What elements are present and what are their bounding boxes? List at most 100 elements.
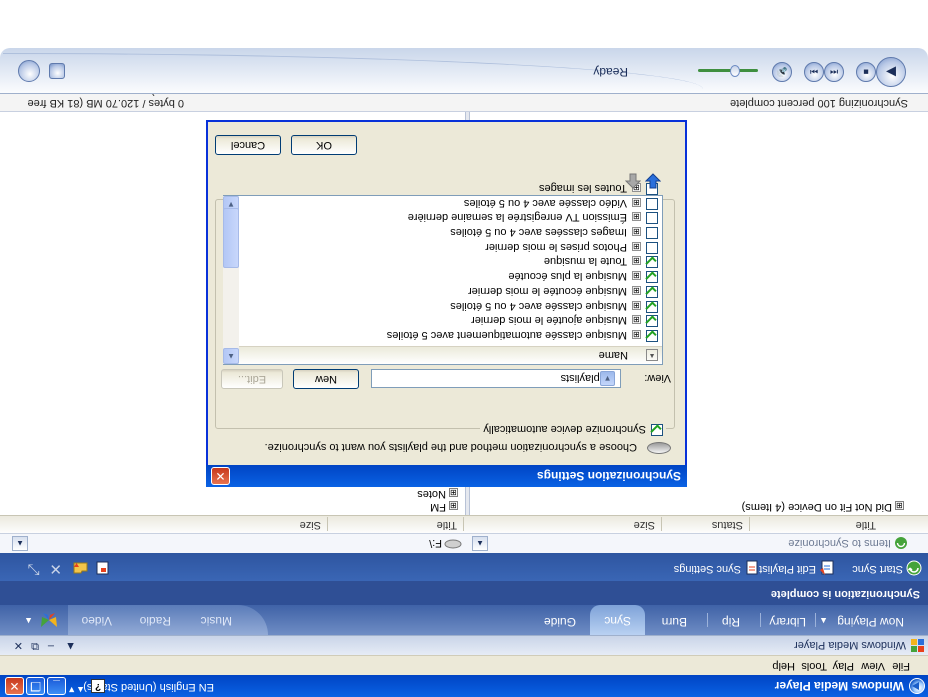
- tab-guide[interactable]: Guide: [544, 615, 576, 629]
- view-select[interactable]: All playlists ▼: [371, 369, 621, 388]
- delete-icon[interactable]: ✕: [49, 560, 62, 578]
- expand-icon[interactable]: ⊞: [632, 285, 641, 295]
- playlist-item[interactable]: ⊞ Musique classée avec 4 ou 5 étoiles: [450, 298, 658, 313]
- logo-arrow-icon[interactable]: ▲: [24, 616, 33, 626]
- folder-icon[interactable]: [72, 560, 88, 576]
- tab-burn[interactable]: Burn: [662, 615, 687, 629]
- view-select-arrow-icon[interactable]: ▼: [600, 371, 615, 386]
- scroll-up-icon[interactable]: ▲: [223, 348, 239, 364]
- quick-access-icon[interactable]: [18, 60, 40, 82]
- playlist-item[interactable]: ⊞ Musique classée automatiquement avec 5 …: [387, 327, 658, 342]
- stop-button[interactable]: ■: [856, 62, 876, 82]
- language-updown-icon[interactable]: ▲▼: [67, 678, 85, 695]
- right-column-title[interactable]: Title: [436, 517, 464, 531]
- playlist-item[interactable]: ⊞ Musique ajoutée le mois dernier: [471, 312, 658, 328]
- expand-icon[interactable]: ⊞: [632, 300, 641, 310]
- tab-music[interactable]: Music: [201, 605, 232, 635]
- previous-button[interactable]: ⏮: [824, 62, 844, 82]
- expand-icon[interactable]: ⊞: [632, 315, 641, 325]
- left-column-status[interactable]: Status: [711, 517, 750, 531]
- device-dropdown-arrow-icon[interactable]: ▲: [12, 536, 28, 551]
- items-to-sync-dropdown[interactable]: Items to Synchronize: [788, 537, 891, 549]
- scroll-thumb[interactable]: [223, 208, 239, 268]
- expand-icon[interactable]: ⊞: [449, 488, 458, 497]
- edit-playlist-icon[interactable]: [819, 560, 835, 576]
- playlist-checkbox[interactable]: [646, 285, 658, 298]
- tab-video[interactable]: Video: [82, 605, 112, 635]
- move-up-icon[interactable]: [625, 173, 641, 189]
- right-group-fm[interactable]: ⊞FM: [430, 501, 458, 513]
- playlist-item[interactable]: ⊞ Photos prises le mois dernier: [485, 239, 658, 254]
- playlist-checkbox[interactable]: [646, 197, 658, 210]
- minimize-button[interactable]: _: [47, 677, 66, 695]
- volume-slider-knob[interactable]: [730, 65, 740, 77]
- properties-icon[interactable]: [94, 560, 110, 576]
- tab-library[interactable]: Library: [769, 615, 806, 629]
- right-group-notes[interactable]: ⊞Notes: [417, 488, 458, 500]
- player-restore-icon[interactable]: ⧉: [31, 639, 39, 652]
- expand-icon[interactable]: ⊞: [632, 241, 641, 251]
- playlist-item[interactable]: ⊞ Toute la musique: [544, 254, 658, 269]
- auto-sync-checkbox[interactable]: [651, 424, 663, 436]
- mute-button[interactable]: 🔊: [772, 62, 792, 82]
- left-group-did-not-fit[interactable]: ⊞Did Not Fit on Device (4 Items): [742, 501, 904, 513]
- msn-butterfly-icon[interactable]: [38, 611, 60, 629]
- menu-help[interactable]: Help: [772, 660, 795, 672]
- player-menu-toggle-icon[interactable]: ▲: [65, 640, 76, 652]
- playlist-checkbox[interactable]: [646, 315, 658, 328]
- right-column-size[interactable]: Size: [299, 517, 328, 531]
- playlist-item[interactable]: ⊞ Musique la plus écoutée: [508, 268, 658, 284]
- playlist-checkbox[interactable]: [646, 227, 658, 240]
- resize-icon[interactable]: ⤡: [28, 561, 40, 578]
- expand-icon[interactable]: ⊞: [632, 227, 641, 237]
- playlist-item[interactable]: ⊞ Musique écoutée le mois dernier: [468, 283, 658, 298]
- menu-play[interactable]: Play: [833, 660, 854, 672]
- playlist-list-header[interactable]: ▲ Name: [239, 346, 662, 364]
- playlist-checkbox[interactable]: [646, 300, 658, 313]
- player-minimize-icon[interactable]: –: [48, 640, 54, 652]
- sync-settings-icon[interactable]: [744, 560, 760, 576]
- play-button[interactable]: ▶: [876, 57, 906, 87]
- playlist-item[interactable]: ⊞ Images classées avec 4 ou 5 étoiles: [450, 224, 658, 240]
- tab-sync[interactable]: Sync: [590, 605, 645, 635]
- expand-icon[interactable]: ⊞: [632, 197, 641, 207]
- sort-indicator-icon[interactable]: ▲: [646, 349, 658, 361]
- playlist-checkbox[interactable]: [646, 271, 658, 284]
- device-dropdown[interactable]: F:\: [429, 537, 442, 549]
- left-column-size[interactable]: Size: [633, 517, 662, 531]
- expand-icon[interactable]: ⊞: [632, 212, 641, 222]
- start-sync-icon[interactable]: [906, 560, 922, 576]
- expand-icon[interactable]: ⊞: [632, 330, 641, 339]
- auto-sync-option[interactable]: Synchronize device automatically: [480, 423, 666, 436]
- help-icon[interactable]: ?: [91, 679, 105, 693]
- edit-playlist-dialog-button[interactable]: Edit...: [221, 369, 283, 389]
- edit-playlist-button[interactable]: Edit Playlist: [759, 563, 816, 575]
- tab-now-playing[interactable]: Now Playing: [837, 615, 904, 629]
- next-button[interactable]: ⏭: [804, 62, 824, 82]
- expand-icon[interactable]: ⊞: [449, 501, 458, 510]
- menu-tools[interactable]: Tools: [801, 660, 827, 672]
- move-down-icon[interactable]: [645, 173, 661, 189]
- menu-view[interactable]: View: [861, 660, 885, 672]
- tab-radio[interactable]: Radio: [140, 605, 171, 635]
- cancel-button[interactable]: Cancel: [215, 135, 281, 155]
- switch-to-skin-icon[interactable]: [49, 63, 65, 79]
- volume-slider[interactable]: [698, 69, 758, 72]
- expand-icon[interactable]: ⊞: [632, 256, 641, 266]
- playlist-checkbox[interactable]: [646, 241, 658, 254]
- playlist-checkbox[interactable]: [646, 256, 658, 269]
- new-playlist-button[interactable]: New: [293, 369, 359, 389]
- dialog-close-button[interactable]: ✕: [211, 467, 230, 485]
- start-sync-button[interactable]: Start Sync: [852, 563, 903, 575]
- playlist-checkbox[interactable]: [646, 212, 658, 225]
- menu-file[interactable]: File: [892, 660, 910, 672]
- sync-settings-button[interactable]: Sync Settings: [674, 563, 741, 575]
- playlist-item[interactable]: ⊞ Émission TV enregistrée la semaine dern…: [408, 209, 658, 225]
- playlist-scrollbar[interactable]: ▼ ▲: [223, 196, 239, 364]
- playlist-item[interactable]: ⊞ Vidéo classée avec 4 ou 5 étoiles: [464, 195, 658, 210]
- now-playing-arrow-icon[interactable]: ▲: [819, 616, 828, 626]
- restore-button[interactable]: ❐: [26, 677, 45, 695]
- tab-rip[interactable]: Rip: [722, 615, 740, 629]
- close-button[interactable]: ✕: [5, 677, 24, 695]
- left-column-title[interactable]: Title: [856, 517, 882, 531]
